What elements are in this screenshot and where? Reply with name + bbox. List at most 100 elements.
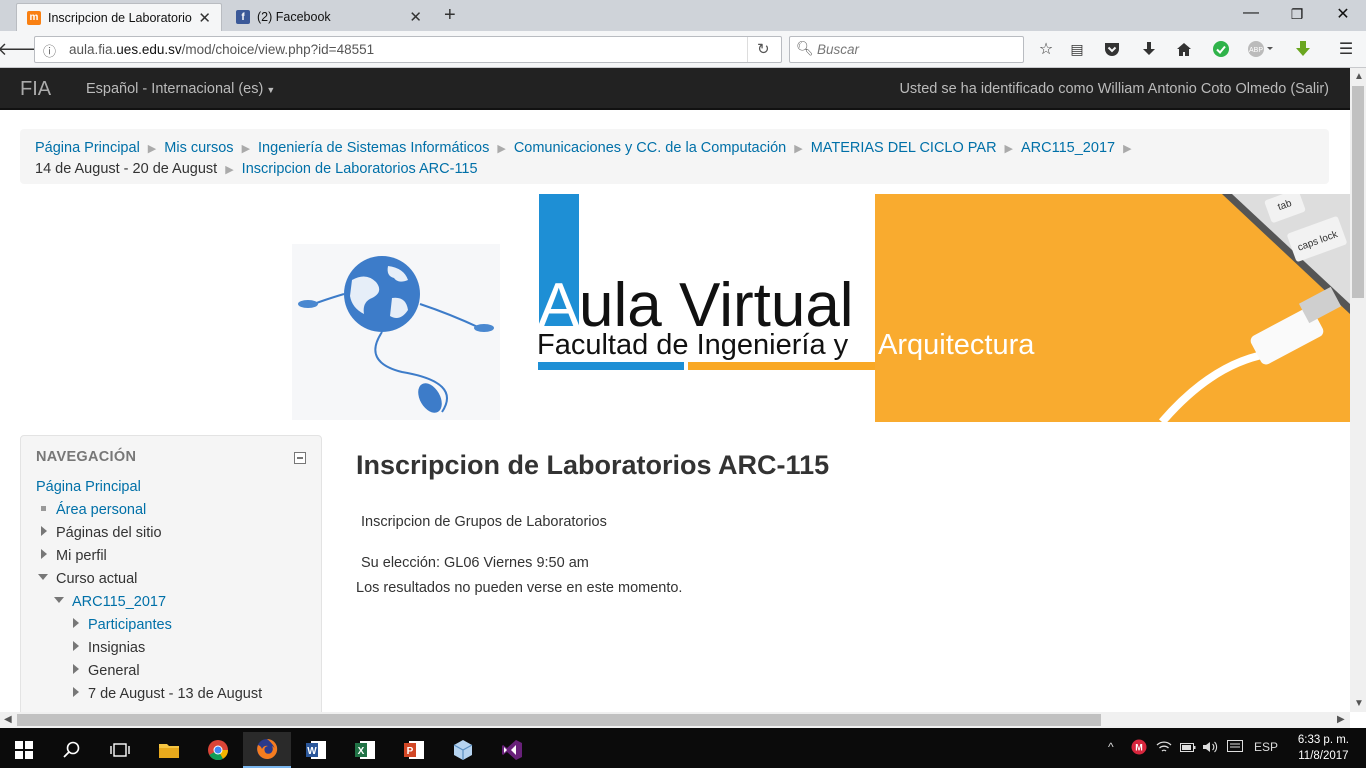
green-download-icon[interactable] (1290, 37, 1316, 61)
address-bar[interactable]: ⓘ aula.fia.ues.edu.sv/mod/choice/view.ph… (34, 36, 782, 63)
breadcrumb-item[interactable]: Página Principal (35, 140, 140, 156)
expand-arrow-icon[interactable] (41, 549, 47, 559)
windows-start-icon[interactable] (0, 732, 48, 768)
nav-item-general[interactable]: General (88, 661, 140, 681)
breadcrumb-separator-icon: ▶ (497, 143, 506, 155)
search-icon: 🔍︎ (796, 40, 814, 56)
show-hidden-icons-icon[interactable]: ^ (1108, 740, 1114, 754)
navigation-block-title: NAVEGACIÓN (36, 449, 137, 465)
adblock-icon[interactable]: ABP (1245, 37, 1279, 61)
info-icon[interactable]: ⓘ (43, 41, 56, 60)
file-explorer-icon[interactable] (145, 732, 193, 768)
task-view-icon[interactable] (96, 732, 144, 768)
minimize-icon[interactable]: — (1228, 4, 1274, 22)
expand-arrow-icon[interactable] (41, 526, 47, 536)
bullet-icon (41, 506, 46, 511)
scroll-right-icon[interactable]: ▶ (1337, 714, 1345, 725)
browser-tab-facebook[interactable]: f (2) Facebook ✕ (226, 3, 432, 31)
nav-item-course[interactable]: ARC115_2017 (72, 592, 166, 612)
nav-item-participants[interactable]: Participantes (88, 615, 172, 635)
svg-text:P: P (407, 746, 414, 757)
breadcrumb-item[interactable]: Comunicaciones y CC. de la Computación (514, 140, 786, 156)
system-clock[interactable]: 6:33 p. m. 11/8/2017 (1298, 732, 1349, 764)
scroll-up-icon[interactable]: ▲ (1354, 71, 1364, 82)
visual-studio-icon[interactable] (488, 732, 536, 768)
svg-text:X: X (358, 746, 365, 757)
new-tab-icon[interactable]: + (444, 4, 456, 27)
bookmark-star-icon[interactable]: ☆ (1033, 37, 1059, 61)
breadcrumb-item[interactable]: Inscripcion de Laboratorios ARC-115 (242, 161, 478, 177)
current-choice: Su elección: GL06 Viernes 9:50 am (361, 555, 589, 571)
search-icon[interactable] (48, 732, 96, 768)
breadcrumb-item[interactable]: Mis cursos (164, 140, 233, 156)
user-login-info[interactable]: Usted se ha identificado como William An… (899, 81, 1329, 97)
volume-icon[interactable] (1202, 740, 1218, 757)
collapse-arrow-icon[interactable] (38, 574, 48, 580)
collapse-arrow-icon[interactable] (54, 597, 64, 603)
powerpoint-icon[interactable]: P (390, 732, 438, 768)
expand-arrow-icon[interactable] (73, 618, 79, 628)
notification-icon[interactable] (1227, 740, 1243, 757)
nav-item-site-pages[interactable]: Páginas del sitio (56, 523, 162, 543)
battery-icon[interactable] (1180, 741, 1196, 756)
input-language[interactable]: ESP (1254, 740, 1278, 754)
nav-item-home[interactable]: Página Principal (36, 477, 141, 497)
check-extension-icon[interactable] (1208, 37, 1234, 61)
breadcrumb-item: 14 de August - 20 de August (35, 161, 218, 177)
breadcrumb-separator-icon: ▶ (794, 143, 803, 155)
nav-item-week[interactable]: 7 de August - 13 de August (88, 684, 262, 704)
clock-date: 11/8/2017 (1298, 750, 1349, 762)
expand-arrow-icon[interactable] (73, 664, 79, 674)
moodle-icon: m (27, 10, 41, 25)
browser-tab-bar: m Inscripcion de Laboratorios ARC-115 ✕ … (0, 0, 1366, 31)
chrome-icon[interactable] (194, 732, 242, 768)
collapse-block-icon[interactable] (294, 452, 306, 464)
results-note: Los resultados no pueden verse en este m… (356, 580, 683, 596)
pocket-icon[interactable] (1099, 37, 1125, 61)
banner-subtitle: Facultad de Ingeniería y (537, 329, 849, 361)
nav-item-current-course[interactable]: Curso actual (56, 569, 137, 589)
horizontal-scroll-thumb[interactable] (17, 714, 1101, 726)
browser-tab-active[interactable]: m Inscripcion de Laboratorios ARC-115 ✕ (16, 3, 222, 31)
virtualbox-icon[interactable] (439, 732, 487, 768)
reading-list-icon[interactable]: ▤ (1064, 37, 1090, 61)
scroll-left-icon[interactable]: ◀ (4, 714, 12, 725)
firefox-icon[interactable] (243, 732, 291, 768)
close-tab-icon[interactable]: ✕ (409, 8, 422, 26)
reload-icon[interactable]: ↻ (757, 40, 770, 58)
search-field[interactable]: 🔍︎ Buscar (789, 36, 1024, 63)
language-menu[interactable]: Español - Internacional (es) ▼ (86, 81, 275, 97)
url-domain: ues.edu.sv (116, 42, 182, 57)
site-header: FIA Español - Internacional (es) ▼ Usted … (0, 68, 1350, 110)
restore-icon[interactable]: ❐ (1274, 6, 1320, 23)
navigation-block: NAVEGACIÓN Página Principal Área persona… (20, 435, 322, 725)
scroll-down-icon[interactable]: ▼ (1354, 698, 1364, 709)
nav-item-dashboard[interactable]: Área personal (56, 500, 146, 520)
excel-icon[interactable]: X (341, 732, 389, 768)
word-icon[interactable]: W (292, 732, 340, 768)
breadcrumb-item[interactable]: MATERIAS DEL CICLO PAR (811, 140, 997, 156)
menu-icon[interactable]: ☰ (1333, 37, 1359, 61)
antivirus-icon[interactable]: M (1131, 739, 1147, 758)
nav-item-badges[interactable]: Insignias (88, 638, 145, 658)
breadcrumb-item[interactable]: Ingeniería de Sistemas Informáticos (258, 140, 489, 156)
download-icon[interactable] (1136, 37, 1162, 61)
close-window-icon[interactable]: ✕ (1320, 4, 1366, 24)
vertical-scroll-thumb[interactable] (1352, 86, 1364, 298)
expand-arrow-icon[interactable] (73, 641, 79, 651)
url-path: /mod/choice/view.php?id=48551 (181, 42, 375, 57)
close-tab-icon[interactable]: ✕ (198, 9, 211, 27)
url-divider (747, 37, 748, 62)
wifi-icon[interactable] (1156, 740, 1172, 757)
home-icon[interactable] (1171, 37, 1197, 61)
site-banner: A ula Virtual Facultad de Ingeniería y A… (292, 189, 1350, 425)
nav-item-my-profile[interactable]: Mi perfil (56, 546, 107, 566)
svg-text:ABP: ABP (1249, 47, 1263, 54)
breadcrumb-item[interactable]: ARC115_2017 (1021, 140, 1115, 156)
site-brand[interactable]: FIA (20, 78, 51, 101)
banner-subtitle-highlight: Arquitectura (878, 329, 1035, 361)
svg-text:W: W (307, 746, 317, 757)
back-arrow-icon[interactable]: 🡐 (0, 37, 45, 61)
expand-arrow-icon[interactable] (73, 687, 79, 697)
tab-title: (2) Facebook (257, 10, 331, 24)
